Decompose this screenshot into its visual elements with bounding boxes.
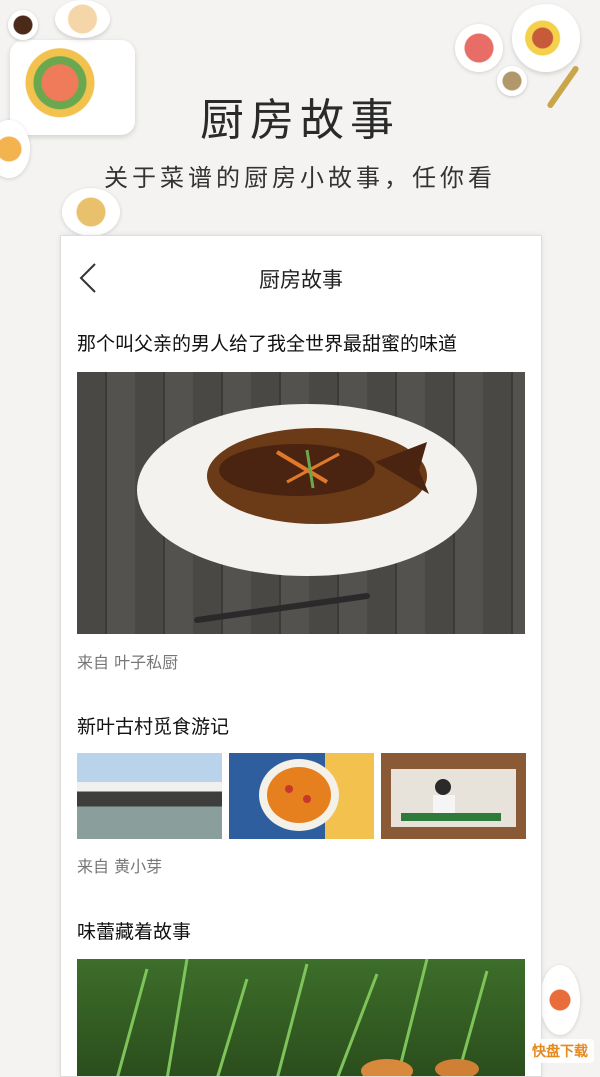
braised-fish-image[interactable] <box>77 372 525 634</box>
coffee-cup-decoration <box>8 10 38 40</box>
story-source[interactable]: 来自 黄小芽 <box>77 853 162 877</box>
carrot-greens-illustration <box>116 959 489 1076</box>
food-bowl-decoration <box>55 0 110 38</box>
phone-screen: 厨房故事 那个叫父亲的男人给了我全世界最甜蜜的味道 来自 叶子私厨 新叶古村觅食… <box>60 235 542 1077</box>
nav-bar: 厨房故事 <box>61 236 541 316</box>
tv-scene-illustration <box>381 753 526 839</box>
story-source[interactable]: 来自 叶子私厨 <box>77 649 178 673</box>
breakfast-plate-decoration <box>512 4 580 72</box>
watermark-logo: 快盘下载 <box>526 1039 594 1063</box>
grapefruit-plate-decoration <box>455 24 503 72</box>
tv-show-image[interactable] <box>381 753 526 839</box>
stew-bowl-illustration <box>229 753 374 839</box>
story-title[interactable]: 那个叫父亲的男人给了我全世界最甜蜜的味道 <box>77 329 457 356</box>
story-title[interactable]: 新叶古村觅食游记 <box>77 712 229 739</box>
promo-subtitle: 关于菜谱的厨房小故事，任你看 <box>104 164 496 192</box>
side-plate-decoration <box>540 965 580 1035</box>
village-image[interactable] <box>77 753 222 839</box>
story-title[interactable]: 味蕾藏着故事 <box>77 917 191 944</box>
nav-title: 厨房故事 <box>259 268 343 292</box>
carrots-image[interactable] <box>77 959 525 1076</box>
fish-dish-illustration <box>137 404 477 623</box>
waffle-plate-decoration <box>62 188 120 236</box>
promo-title: 厨房故事 <box>200 95 400 146</box>
stew-dish-image[interactable] <box>229 753 374 839</box>
